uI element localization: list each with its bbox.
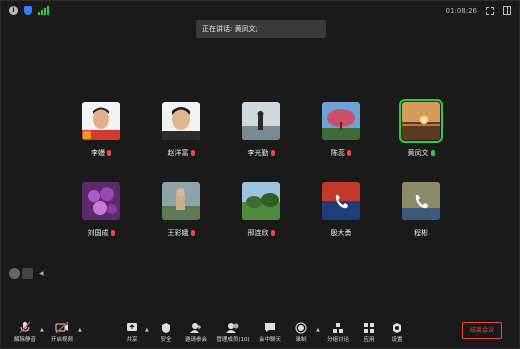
meeting-window: i 01:08:26 正在讲话: 黄凤文; 李嫚 赵洋富 李光勤 陈蕊 黄凤文 … [0, 0, 520, 349]
mic-muted-icon [347, 150, 351, 156]
mic-active-icon [430, 150, 435, 156]
record-options-caret[interactable]: ▲ [316, 327, 320, 333]
participant-name: 刘国成 [87, 229, 109, 237]
apps-button[interactable]: 应用 [359, 321, 379, 343]
mic-muted-icon [190, 150, 195, 156]
participant-tile[interactable]: 李嫚 [76, 102, 126, 158]
avatar [242, 102, 280, 140]
unmute-button[interactable]: 解除静音 [11, 321, 39, 343]
participant-tile[interactable]: 程彬 [396, 182, 446, 238]
participant-name: 李嫚 [91, 149, 105, 157]
avatar [402, 182, 440, 220]
avatar [322, 182, 360, 220]
participant-name: 殷大勇 [330, 229, 352, 237]
chat-button[interactable]: 会中聊天 [257, 321, 283, 343]
mic-muted-icon [107, 150, 111, 156]
mic-muted-icon [270, 150, 275, 156]
participant-name: 李光勤 [247, 149, 269, 157]
settings-button[interactable]: 设置 [387, 321, 407, 343]
record-button[interactable]: 录制 [291, 321, 311, 343]
avatar [82, 182, 120, 220]
view-controls: ◀ [9, 268, 44, 279]
participant-tile[interactable]: 李光勤 [236, 102, 286, 158]
participant-tile[interactable]: 刘国成 [76, 182, 126, 238]
status-icons: i [9, 6, 49, 15]
participant-name: 陈蕊 [331, 149, 345, 157]
participant-name: 邢连欣 [247, 229, 269, 237]
camera-view-icon[interactable] [9, 268, 20, 279]
collapse-arrow-icon[interactable]: ◀ [39, 270, 44, 277]
meeting-toolbar: 解除静音 ▲ 开启视频 ▲ 共享 ▲ 安全 邀请参会 管理成员(10) 会中聊天 [1, 317, 520, 349]
layout-icon[interactable] [503, 6, 511, 15]
top-right-controls: 01:08:26 [446, 6, 511, 15]
mic-muted-icon [270, 230, 275, 236]
start-video-button[interactable]: 开启视频 [48, 321, 76, 343]
invite-button[interactable]: 邀请参会 [183, 321, 209, 343]
avatar [162, 182, 200, 220]
mic-muted-icon [110, 230, 115, 236]
participant-name: 王彩娥 [167, 229, 189, 237]
participant-name: 黄凤文 [407, 149, 429, 157]
participant-name: 程彬 [414, 229, 428, 237]
mic-muted-icon [190, 230, 195, 236]
end-meeting-button[interactable]: 结束会议 [462, 322, 502, 339]
avatar [82, 102, 120, 140]
breakout-rooms-button[interactable]: 分组讨论 [325, 321, 351, 343]
avatar [242, 182, 280, 220]
speaking-indicator: 正在讲话: 黄凤文; [196, 20, 326, 38]
avatar [322, 102, 360, 140]
host-badge-icon [83, 131, 91, 139]
manage-participants-button[interactable]: 管理成员(10) [215, 321, 251, 343]
avatar [162, 102, 200, 140]
participant-tile[interactable]: 黄凤文 [396, 99, 446, 158]
participant-tile[interactable]: 邢连欣 [236, 182, 286, 238]
shield-icon[interactable] [24, 6, 32, 15]
security-button[interactable]: 安全 [156, 321, 176, 343]
audio-options-caret[interactable]: ▲ [40, 327, 44, 333]
participant-tile[interactable]: 赵洋富 [156, 102, 206, 158]
fullscreen-icon[interactable] [486, 6, 494, 15]
share-options-caret[interactable]: ▲ [145, 327, 149, 333]
gallery-view-icon[interactable] [22, 268, 33, 279]
video-options-caret[interactable]: ▲ [78, 327, 82, 333]
meeting-timer: 01:08:26 [445, 6, 477, 15]
info-icon[interactable]: i [9, 6, 18, 15]
avatar [399, 99, 443, 143]
participant-tile[interactable]: 殷大勇 [316, 182, 366, 238]
share-button[interactable]: 共享 [122, 321, 142, 343]
participant-name: 赵洋富 [167, 149, 189, 157]
signal-icon[interactable] [38, 6, 49, 15]
participant-tile[interactable]: 陈蕊 [316, 102, 366, 158]
participant-tile[interactable]: 王彩娥 [156, 182, 206, 238]
